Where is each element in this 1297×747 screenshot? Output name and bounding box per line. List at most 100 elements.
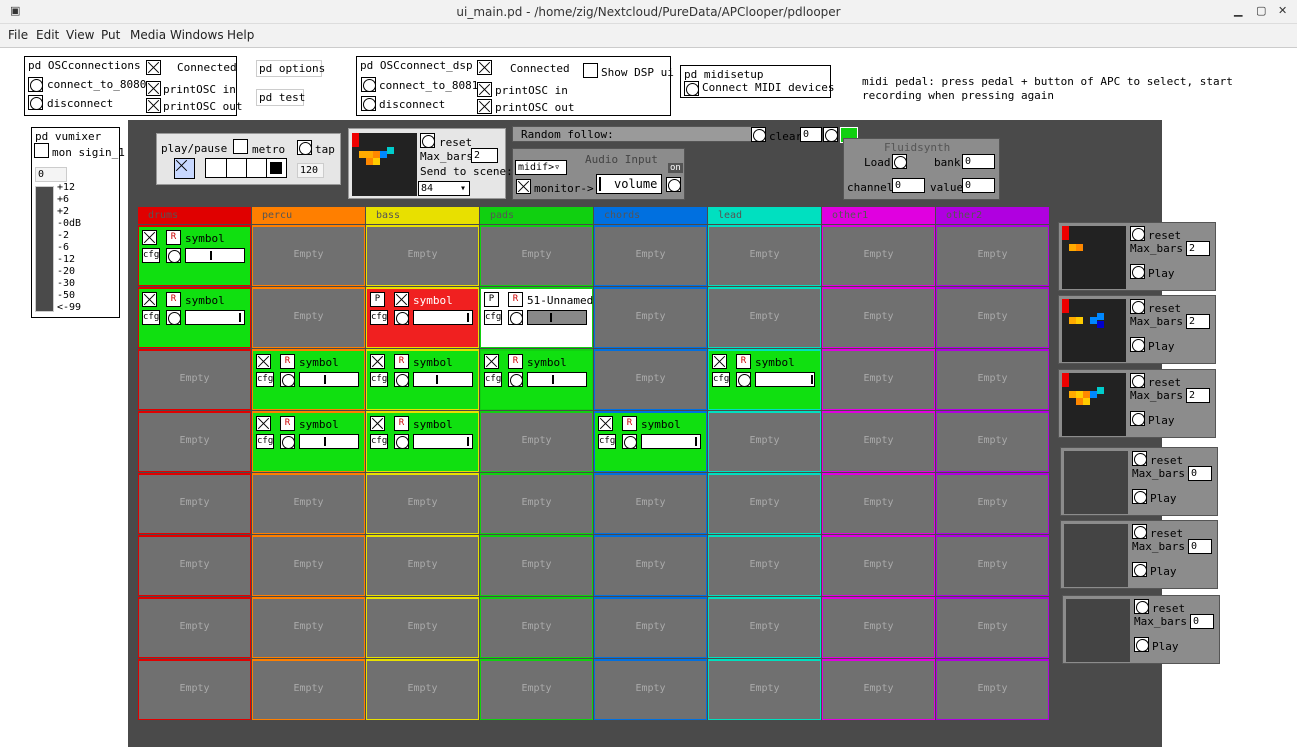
clip-slot[interactable]: Empty (594, 597, 707, 658)
clip-slot[interactable]: Empty (936, 349, 1049, 410)
clip-record-button[interactable]: R (508, 292, 523, 307)
scene-panel-reset-bang[interactable] (1130, 299, 1145, 314)
clip-s-bang[interactable] (394, 372, 409, 387)
clip-volume-slider[interactable] (299, 372, 359, 387)
clip-cfg-button[interactable]: cfg (370, 310, 388, 325)
midif-dropdown[interactable]: midif>▿ (515, 160, 567, 175)
clip-slot[interactable]: Empty (480, 597, 593, 658)
clip-slot[interactable]: Empty (366, 535, 479, 596)
clip-slot[interactable]: Empty (708, 597, 821, 658)
clip-slot[interactable]: Rsymbol cfg (252, 349, 365, 410)
clip-slot[interactable]: Empty (366, 225, 479, 286)
menu-file[interactable]: File (8, 28, 28, 42)
scene-panel-maxbars-number[interactable]: 2 (1186, 241, 1210, 256)
scene-panel-reset-bang[interactable] (1132, 451, 1147, 466)
clip-p-button[interactable]: P (484, 292, 499, 307)
clip-slot[interactable]: Empty (594, 535, 707, 596)
clip-volume-slider[interactable] (185, 248, 245, 263)
clip-slot[interactable]: Empty (822, 659, 935, 720)
clip-slot[interactable]: Empty (252, 597, 365, 658)
scene-panel-play-bang[interactable] (1132, 489, 1147, 504)
clip-s-bang[interactable] (166, 248, 181, 263)
clip-slot[interactable]: Empty (936, 659, 1049, 720)
clip-volume-slider[interactable] (413, 434, 473, 449)
clip-slot[interactable]: Empty (366, 659, 479, 720)
scene-panel-reset-bang[interactable] (1130, 226, 1145, 241)
clip-slot[interactable]: Empty (822, 535, 935, 596)
dsp-connected-toggle[interactable] (477, 60, 492, 75)
scene-panel-maxbars-number[interactable]: 0 (1190, 614, 1214, 629)
close-icon[interactable]: ✕ (1278, 4, 1287, 17)
pd-options[interactable]: pd options (256, 60, 325, 77)
clip-slot[interactable]: Empty (480, 225, 593, 286)
clip-record-button[interactable]: R (508, 354, 523, 369)
clip-slot[interactable]: Empty (138, 659, 251, 720)
print-in-toggle[interactable] (146, 81, 161, 96)
clip-slot[interactable]: Empty (822, 411, 935, 472)
random-clear-bang[interactable] (751, 127, 766, 142)
clip-slot[interactable]: Rsymbol cfg (366, 411, 479, 472)
clip-cfg-button[interactable]: cfg (484, 310, 502, 325)
clip-s-bang[interactable] (280, 372, 295, 387)
clip-slot[interactable]: Empty (366, 597, 479, 658)
scene-panel-maxbars-number[interactable]: 0 (1188, 466, 1212, 481)
clip-toggle[interactable] (394, 292, 409, 307)
clip-s-bang[interactable] (508, 310, 523, 325)
scene-panel-reset-bang[interactable] (1132, 524, 1147, 539)
clip-volume-slider[interactable] (641, 434, 701, 449)
clip-slot[interactable]: Empty (252, 535, 365, 596)
menu-edit[interactable]: Edit (36, 28, 59, 42)
random-bang[interactable] (823, 127, 838, 142)
clip-volume-slider[interactable] (527, 372, 587, 387)
clip-slot[interactable]: Empty (594, 659, 707, 720)
menu-windows[interactable]: Windows (170, 28, 224, 42)
clip-record-button[interactable]: R (394, 416, 409, 431)
disconnect-bang[interactable] (28, 95, 43, 110)
clip-s-bang[interactable] (622, 434, 637, 449)
clip-slot[interactable]: Empty (252, 473, 365, 534)
clip-slot[interactable]: Empty (480, 535, 593, 596)
clip-p-button[interactable]: P (370, 292, 385, 307)
clip-toggle[interactable] (256, 354, 271, 369)
clip-slot[interactable]: Empty (708, 411, 821, 472)
clip-slot[interactable]: Empty (822, 225, 935, 286)
show-dsp-toggle[interactable] (583, 63, 598, 78)
scene-panel-maxbars-number[interactable]: 2 (1186, 314, 1210, 329)
fluid-load-bang[interactable] (892, 154, 907, 169)
clip-slot[interactable]: Empty (138, 597, 251, 658)
clip-slot[interactable]: Rsymbol cfg (138, 225, 251, 286)
play-pause-toggle[interactable] (174, 158, 195, 179)
clip-record-button[interactable]: R (280, 416, 295, 431)
clip-s-bang[interactable] (166, 310, 181, 325)
scene-panel-play-bang[interactable] (1132, 562, 1147, 577)
menu-media[interactable]: Media (130, 28, 166, 42)
clip-slot[interactable]: Empty (138, 411, 251, 472)
clip-slot[interactable]: Empty (708, 659, 821, 720)
random-number[interactable]: 0 (800, 127, 822, 142)
volume-slider[interactable]: volume (596, 174, 662, 194)
clip-volume-slider[interactable] (527, 310, 587, 325)
scene-panel-play-bang[interactable] (1130, 411, 1145, 426)
clip-slot[interactable]: P R 51-Unnamed cfg (480, 287, 593, 348)
clip-volume-slider[interactable] (185, 310, 245, 325)
menu-help[interactable]: Help (227, 28, 254, 42)
clip-slot[interactable]: Empty (822, 473, 935, 534)
clip-cfg-button[interactable]: cfg (142, 310, 160, 325)
dsp-disconnect-bang[interactable] (361, 96, 376, 111)
dsp-print-in-toggle[interactable] (477, 82, 492, 97)
clip-slot[interactable]: Empty (708, 287, 821, 348)
clip-slot[interactable]: Rsymbol cfg (366, 349, 479, 410)
clip-cfg-button[interactable]: cfg (484, 372, 502, 387)
clip-slot[interactable]: Empty (708, 473, 821, 534)
scene-panel-play-bang[interactable] (1134, 637, 1149, 652)
vu-number[interactable]: 0 (35, 167, 67, 182)
clip-slot[interactable]: Psymbol cfg (366, 287, 479, 348)
monitor-toggle[interactable] (516, 179, 531, 194)
beat-radio[interactable] (205, 158, 287, 178)
clip-slot[interactable]: Rsymbol cfg (480, 349, 593, 410)
clip-slot[interactable]: Empty (252, 225, 365, 286)
clip-slot[interactable]: Empty (138, 473, 251, 534)
clip-toggle[interactable] (370, 354, 385, 369)
clip-toggle[interactable] (256, 416, 271, 431)
clip-record-button[interactable]: R (166, 230, 181, 245)
